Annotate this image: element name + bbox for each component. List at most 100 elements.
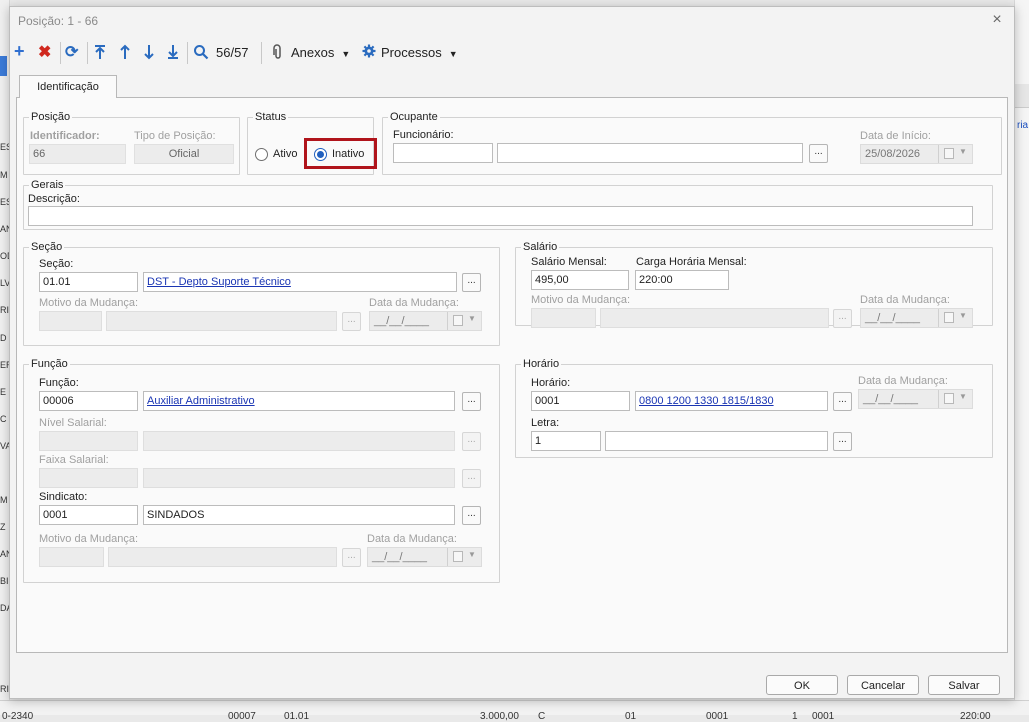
salario-data-mudanca-field: __/__/____ ▼ xyxy=(860,308,973,328)
secao-motivo-desc xyxy=(106,311,337,331)
funcao-data-mudanca-field: __/__/____ ▼ xyxy=(367,547,482,567)
sindicato-name-input[interactable]: SINDADOS xyxy=(143,505,455,525)
gear-icon[interactable] xyxy=(362,44,376,62)
background-cell: 00007 xyxy=(228,711,256,722)
inativo-label[interactable]: Inativo xyxy=(332,148,364,160)
chevron-down-icon: ▼ xyxy=(468,314,476,323)
secao-lookup-button[interactable]: ... xyxy=(462,273,481,292)
add-icon[interactable]: + xyxy=(14,42,25,60)
letra-code-input[interactable]: 1 xyxy=(531,431,601,451)
calendar-icon xyxy=(944,312,954,323)
first-record-icon[interactable] xyxy=(94,44,106,62)
close-icon[interactable]: × xyxy=(988,11,1006,29)
search-icon[interactable] xyxy=(193,44,209,62)
salario-motivo-code xyxy=(531,308,596,328)
background-cell: 0001 xyxy=(706,711,729,722)
sindicato-lookup-button[interactable]: ... xyxy=(462,506,481,525)
funcionario-code-input[interactable] xyxy=(393,143,493,163)
letra-label: Letra: xyxy=(531,417,560,429)
cancel-button[interactable]: Cancelar xyxy=(847,675,919,695)
secao-name-input[interactable]: DST - Depto Suporte Técnico xyxy=(143,272,457,292)
background-cell: 01 xyxy=(625,711,637,722)
funcao-data-mudanca-value: __/__/____ xyxy=(372,551,428,563)
letra-desc-input[interactable] xyxy=(605,431,828,451)
save-button[interactable]: Salvar xyxy=(928,675,1000,695)
chevron-down-icon: ▼ xyxy=(959,147,967,156)
secao-data-mudanca-value: __/__/____ xyxy=(374,315,430,327)
secao-label: Seção: xyxy=(39,258,74,270)
delete-icon[interactable]: ✖ xyxy=(38,44,51,62)
chevron-down-icon: ▼ xyxy=(468,550,476,559)
toolbar-separator xyxy=(87,42,88,64)
sindicato-code-input[interactable]: 0001 xyxy=(39,505,138,525)
processos-menu[interactable]: Processos ▼ xyxy=(381,45,458,60)
salario-data-mudanca-value: __/__/____ xyxy=(865,312,921,324)
background-cell: 220:00 xyxy=(960,711,991,722)
secao-data-mudanca-label: Data da Mudança: xyxy=(369,297,459,309)
identificador-label: Identificador: xyxy=(30,130,100,142)
background-grid-right: ria xyxy=(1014,0,1029,715)
horario-code-input[interactable]: 0001 xyxy=(531,391,630,411)
inativo-radio[interactable] xyxy=(314,148,327,161)
calendar-icon xyxy=(944,393,954,404)
previous-record-icon[interactable] xyxy=(119,44,131,62)
horario-name-link[interactable]: 0800 1200 1330 1815/1830 xyxy=(639,395,774,407)
background-cell: 3.000,00 xyxy=(480,711,519,722)
horario-name-input[interactable]: 0800 1200 1330 1815/1830 xyxy=(635,391,828,411)
letra-lookup-button[interactable]: ... xyxy=(833,432,852,451)
record-counter: 56/57 xyxy=(216,45,249,60)
funcao-name-input[interactable]: Auxiliar Administrativo xyxy=(143,391,455,411)
funcao-lookup-button[interactable]: ... xyxy=(462,392,481,411)
salario-motivo-label: Motivo da Mudança: xyxy=(531,294,631,306)
salario-mensal-input[interactable]: 495,00 xyxy=(531,270,629,290)
tipo-posicao-field: Oficial xyxy=(134,144,234,164)
funcionario-name-input[interactable] xyxy=(497,143,803,163)
secao-name-link[interactable]: DST - Depto Suporte Técnico xyxy=(147,276,291,288)
tab-identificacao[interactable]: Identificação xyxy=(19,75,117,98)
faixa-salarial-lookup-button: ... xyxy=(462,469,481,488)
horario-lookup-button[interactable]: ... xyxy=(833,392,852,411)
toolbar-separator xyxy=(187,42,188,64)
nivel-salarial-desc xyxy=(143,431,455,451)
last-record-icon[interactable] xyxy=(167,44,179,62)
background-cell: 01.01 xyxy=(284,711,310,722)
background-cell: C xyxy=(538,711,546,722)
posicao-legend: Posição xyxy=(31,111,71,123)
salario-motivo-lookup-button: ... xyxy=(833,309,852,328)
date-dropdown[interactable]: ▼ xyxy=(938,145,972,163)
ok-button[interactable]: OK xyxy=(766,675,838,695)
funcao-label: Função: xyxy=(39,377,79,389)
salario-mensal-label: Salário Mensal: xyxy=(531,256,607,268)
date-dropdown: ▼ xyxy=(447,312,481,330)
secao-data-mudanca-field: __/__/____ ▼ xyxy=(369,311,482,331)
funcionario-lookup-button[interactable]: ... xyxy=(809,144,828,163)
secao-motivo-label: Motivo da Mudança: xyxy=(39,297,139,309)
nivel-salarial-lookup-button: ... xyxy=(462,432,481,451)
faixa-salarial-label: Faixa Salarial: xyxy=(39,454,109,466)
chevron-down-icon: ▼ xyxy=(448,49,458,59)
refresh-icon[interactable]: ⟳ xyxy=(65,44,78,62)
background-cell: M xyxy=(0,170,8,180)
background-cell: 0-2340 xyxy=(2,711,34,722)
funcao-code-input[interactable]: 00006 xyxy=(39,391,138,411)
next-record-icon[interactable] xyxy=(143,44,155,62)
funcao-motivo-desc xyxy=(108,547,337,567)
identificador-field: 66 xyxy=(29,144,126,164)
posicao-dialog: Posição: 1 - 66 × + ✖ ⟳ 56/57 Anexos ▼ P… xyxy=(9,6,1015,699)
paperclip-icon[interactable] xyxy=(273,44,283,62)
funcao-data-mudanca-label: Data da Mudança: xyxy=(367,533,457,545)
toolbar: + ✖ ⟳ 56/57 Anexos ▼ Processos ▼ xyxy=(10,37,1014,69)
anexos-menu[interactable]: Anexos ▼ xyxy=(291,45,350,60)
date-dropdown: ▼ xyxy=(938,390,972,408)
data-inicio-label: Data de Início: xyxy=(860,130,931,142)
ativo-radio[interactable] xyxy=(255,148,268,161)
funcao-name-link[interactable]: Auxiliar Administrativo xyxy=(147,395,255,407)
background-link[interactable]: ria xyxy=(1017,120,1028,131)
horario-legend: Horário xyxy=(523,358,560,370)
carga-horaria-input[interactable]: 220:00 xyxy=(635,270,729,290)
funcao-legend: Função xyxy=(31,358,68,370)
descricao-input[interactable] xyxy=(28,206,973,226)
ativo-label[interactable]: Ativo xyxy=(273,148,297,160)
funcao-motivo-lookup-button: ... xyxy=(342,548,361,567)
secao-code-input[interactable]: 01.01 xyxy=(39,272,138,292)
